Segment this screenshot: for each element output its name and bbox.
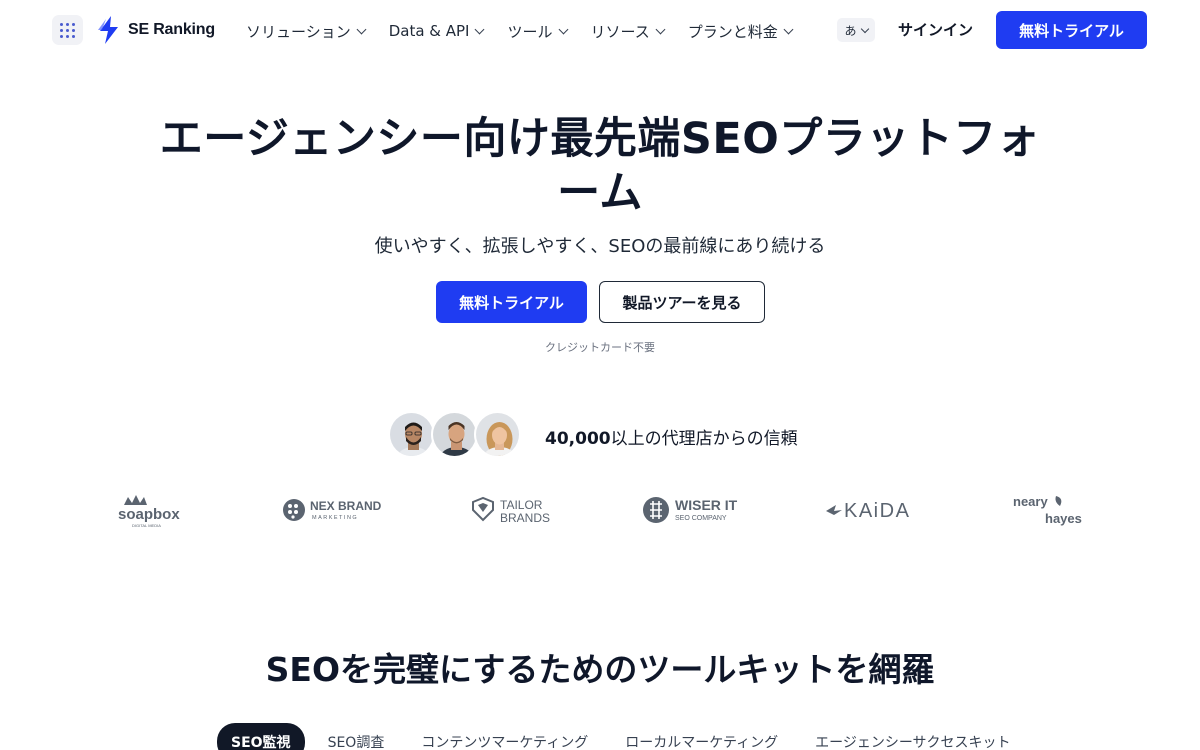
nav-item-solutions[interactable]: ソリューション — [246, 21, 367, 42]
tab-local-marketing[interactable]: ローカルマーケティング — [611, 723, 792, 750]
hero-title: エージェンシー向け最先端SEOプラットフォーム — [159, 114, 1041, 218]
tab-seo-monitoring[interactable]: SEO監視 — [217, 723, 305, 750]
neary-line2: hayes — [1045, 511, 1082, 526]
tailor-line2: BRANDS — [500, 511, 550, 525]
product-tour-button[interactable]: 製品ツアーを見る — [599, 281, 765, 323]
tab-agency-success-kit[interactable]: エージェンシーサクセスキット — [801, 723, 1024, 750]
customer-avatars — [388, 411, 521, 459]
avatar — [474, 411, 521, 458]
soapbox-tagline: DIGITAL MEDIA — [132, 523, 161, 528]
nex-brand-wordmark: NEX BRAND — [310, 499, 382, 513]
logo-soapbox: soapbox DIGITAL MEDIA — [118, 490, 182, 530]
hero-subtitle: 使いやすく、拡張しやすく、SEOの最前線にあり続ける — [374, 236, 826, 257]
soapbox-wordmark: soapbox — [118, 506, 180, 523]
language-selector[interactable]: あ — [837, 18, 875, 42]
nav-item-label: ツール — [507, 22, 553, 41]
chevron-down-icon — [475, 24, 485, 34]
wiser-line2: SEO COMPANY — [675, 515, 727, 522]
trust-count: 40,000 — [545, 429, 611, 449]
nav-item-label: プランと料金 — [687, 22, 778, 41]
apps-grid-icon — [60, 22, 75, 38]
nav-item-tools[interactable]: ツール — [507, 21, 568, 42]
top-header: SE Ranking ソリューション Data & API ツール リソース プ… — [0, 0, 1200, 62]
logo-tailor-brands: TAILOR BRANDS — [470, 490, 552, 530]
nav-item-label: リソース — [590, 22, 650, 41]
header-free-trial-button[interactable]: 無料トライアル — [996, 11, 1147, 49]
apps-menu-button[interactable] — [52, 15, 83, 45]
toolkit-title: SEOを完璧にするためのツールキットを網羅 — [265, 650, 935, 689]
trust-text: 以上の代理店からの信頼 — [610, 429, 798, 449]
avatar — [431, 411, 478, 458]
main-nav: ソリューション Data & API ツール リソース プランと料金 — [246, 19, 816, 43]
nav-item-resources[interactable]: リソース — [590, 21, 666, 42]
signin-link[interactable]: サインイン — [898, 19, 973, 40]
hero-free-trial-button[interactable]: 無料トライアル — [436, 281, 587, 323]
logo-nex-brand: NEX BRAND MARKETING — [282, 490, 382, 530]
wiser-line1: WISER IT — [675, 497, 738, 513]
tab-seo-research[interactable]: SEO調査 — [314, 723, 399, 750]
chevron-down-icon — [356, 24, 367, 34]
nav-item-pricing[interactable]: プランと料金 — [687, 21, 794, 42]
se-ranking-logo-icon — [98, 16, 118, 44]
toolkit-tabs: SEO監視 SEO調査 コンテンツマーケティング ローカルマーケティング エージ… — [217, 723, 1034, 750]
tailor-line1: TAILOR — [500, 498, 543, 512]
nav-item-label: ソリューション — [246, 22, 351, 41]
chevron-down-icon — [558, 24, 568, 34]
kaida-wordmark: KAiDA — [844, 500, 910, 522]
avatar — [388, 411, 435, 458]
chevron-down-icon — [783, 24, 794, 34]
chevron-down-icon — [655, 24, 666, 34]
brand-name: SE Ranking — [128, 21, 215, 38]
brand-logo[interactable]: SE Ranking — [97, 15, 215, 45]
client-logos: soapbox DIGITAL MEDIA NEX BRAND MARKETIN… — [0, 490, 1200, 530]
nav-item-data-api[interactable]: Data & API — [388, 22, 485, 40]
trust-statement: 40,000以上の代理店からの信頼 — [545, 424, 798, 449]
logo-kaida: KAiDA — [824, 490, 918, 530]
language-label: あ — [844, 23, 857, 38]
logo-neary-hayes: neary hayes — [1012, 490, 1090, 530]
logo-wiser-it: WISER IT SEO COMPANY — [642, 490, 742, 530]
nex-brand-tagline: MARKETING — [312, 515, 358, 521]
chevron-down-icon — [860, 24, 869, 33]
neary-line1: neary — [1013, 494, 1048, 509]
no-credit-card-note: クレジットカード不要 — [545, 341, 655, 354]
tab-content-marketing[interactable]: コンテンツマーケティング — [407, 723, 602, 750]
nav-item-label: Data & API — [388, 22, 470, 40]
